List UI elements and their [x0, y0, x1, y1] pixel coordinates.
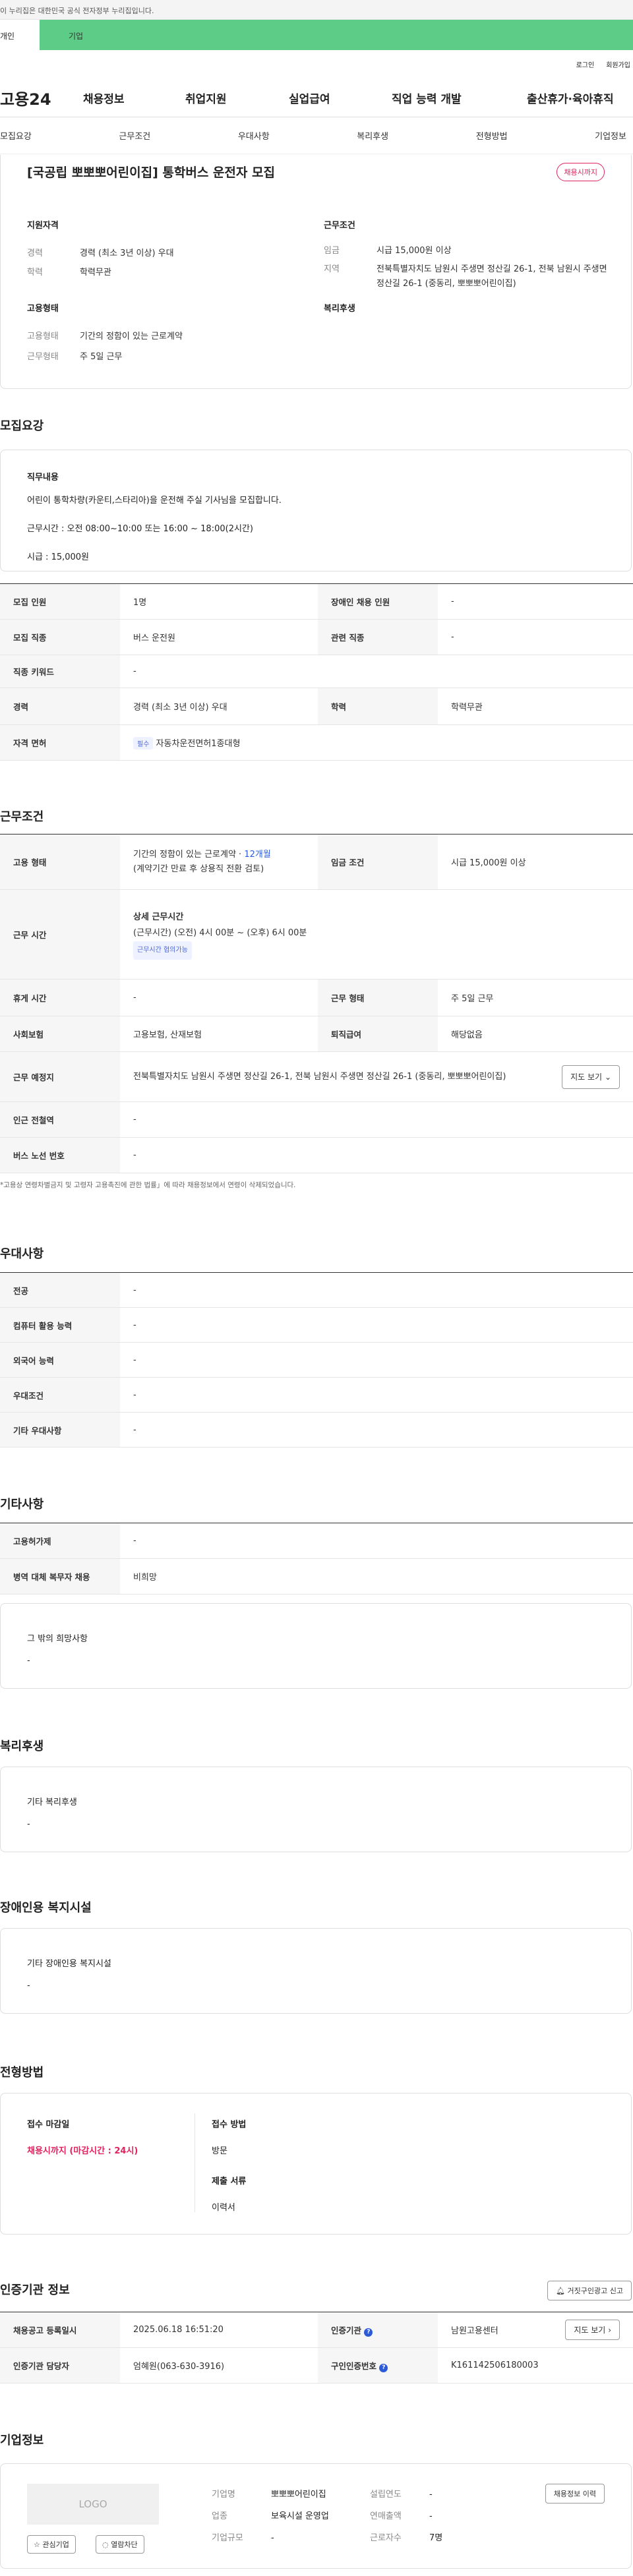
- recruit-table: 모집 인원 1명 장애인 채용 인원 - 모집 직종 버스 운전원 관련 직종 - 직종 키…: [0, 583, 633, 761]
- cond-list: 임금 시급 15,000원 이상 지역 전북특별자치도 남원시 주생면 정산길 26…: [324, 246, 607, 289]
- table-row: 경력 경력 (최소 3년 이상) 우대 학력 학력무관: [0, 688, 633, 725]
- table-row: 전공 -: [0, 1272, 633, 1308]
- agency-map-button[interactable]: 지도 보기 ›: [565, 2320, 620, 2340]
- lnb-company[interactable]: 기업정보: [595, 129, 626, 142]
- bell-icon: 🔔︎: [556, 2287, 566, 2295]
- site-logo[interactable]: 고용24: [0, 86, 83, 109]
- gnb-item-parental-leave[interactable]: 출산휴가·육아휴직: [527, 90, 614, 106]
- table-row: 근무 시간 상세 근무시간 (근무시간) (오전) 4시 00분 ~ (오후) 6…: [0, 889, 633, 980]
- emp-list: 고용형태 기간의 정함이 있는 근로계약 근무형태 주 5일 근무: [27, 332, 183, 362]
- job-summary-card: [국공립 뽀뽀뽀어린이집] 통학버스 운전자 모집 채용시까지 지원자격 경력 경…: [0, 155, 632, 389]
- block-icon: ◌: [102, 2540, 109, 2549]
- table-row: 외국어 능력 -: [0, 1342, 633, 1378]
- lnb-selection[interactable]: 전형방법: [476, 129, 508, 142]
- signup-link[interactable]: 회원가입: [606, 59, 630, 79]
- company-card: LOGO ☆ 관심기업 ◌ 열람차단 기업명 뽀뽀뽀어린이집 업종 보육시설 운영업…: [0, 2463, 632, 2569]
- agency-table: 채용공고 등록일시 2025.06.18 16:51:20 인증기관 ? 남원고용…: [0, 2312, 633, 2384]
- company-info-left: 기업명 뽀뽀뽀어린이집 업종 보육시설 운영업 기업규모 -: [212, 2490, 329, 2543]
- other-wishes-card: 그 밖의 희망사항 -: [0, 1603, 632, 1689]
- qual-title: 지원자격: [27, 221, 59, 231]
- table-row: 버스 노선 번호 -: [0, 1137, 633, 1173]
- table-row: 근무 예정지 전북특별자치도 남원시 주생면 정산길 26-1, 전북 남원시 …: [0, 1051, 633, 1102]
- welfare-card: 기타 복리후생 -: [0, 1767, 632, 1852]
- section-nav: 모집요강 근무조건 우대사항 복리후생 전형방법 기업정보: [0, 117, 633, 154]
- duty-line: 어린이 통학차량(카운티,스타리아)을 운전해 주실 기사님을 모집합니다.: [27, 496, 282, 506]
- cond-title: 근무조건: [324, 221, 355, 231]
- disability-heading: 장애인용 복지시설: [0, 1901, 92, 1915]
- user-type-tabs: 개인 기업: [0, 20, 633, 50]
- job-title: [국공립 뽀뽀뽀어린이집] 통학버스 운전자 모집: [27, 165, 275, 180]
- company-info-right: 설립연도 - 연매출액 - 근로자수 7명: [370, 2490, 443, 2543]
- table-row: 자격 면허 필수 자동차운전면허1종대형: [0, 724, 633, 761]
- tab-business[interactable]: 기업: [40, 20, 633, 50]
- welfare-title: 복리후생: [324, 304, 355, 314]
- gov-banner: 이 누리집은 대한민국 공식 전자정부 누리집입니다.: [0, 0, 633, 20]
- favorite-company-button[interactable]: ☆ 관심기업: [27, 2535, 76, 2554]
- table-row: 우대조건 -: [0, 1377, 633, 1413]
- qual-list: 경력 경력 (최소 3년 이상) 우대 학력 학력무관: [27, 249, 174, 278]
- chevron-down-icon: ⌄: [604, 1072, 611, 1082]
- table-row: 병역 대체 복무자 채용 비희망: [0, 1558, 633, 1595]
- table-row: 컴퓨터 활용 능력 -: [0, 1307, 633, 1343]
- pref-table: 전공 - 컴퓨터 활용 능력 - 외국어 능력 - 우대조건 - 기타 우대사항 -: [0, 1272, 633, 1448]
- table-row: 사회보험 고용보험, 산재보험 퇴직급여 해당없음: [0, 1016, 633, 1052]
- disability-card: 기타 장애인용 복지시설 -: [0, 1928, 632, 2014]
- info-icon[interactable]: ?: [379, 2363, 388, 2372]
- etc-table: 고용허가제 - 병역 대체 복무자 채용 비희망: [0, 1523, 633, 1595]
- tab-personal[interactable]: 개인: [0, 20, 40, 50]
- star-icon: ☆: [34, 2540, 40, 2549]
- info-icon[interactable]: ?: [364, 2327, 373, 2337]
- table-row: 휴게 시간 - 근무 형태 주 5일 근무: [0, 979, 633, 1016]
- welfare-heading: 복리후생: [0, 1740, 44, 1753]
- company-logo: LOGO: [27, 2484, 159, 2525]
- work-heading: 근무조건: [0, 810, 44, 824]
- map-button[interactable]: 지도 보기 ⌄: [562, 1065, 620, 1089]
- lnb-work[interactable]: 근무조건: [119, 129, 150, 142]
- duty-card: 직무내용 어린이 통학차량(카운티,스타리아)을 운전해 주실 기사님을 모집합…: [0, 450, 632, 571]
- chevron-right-icon: ›: [608, 2326, 611, 2335]
- duty-title: 직무내용: [27, 473, 59, 483]
- table-row: 인근 전철역 -: [0, 1101, 633, 1138]
- job-history-button[interactable]: 채용정보 이력: [545, 2484, 605, 2503]
- company-heading: 기업정보: [0, 2434, 44, 2447]
- global-nav: 고용24 채용정보 취업지원 실업급여 직업 능력 개발 출산휴가·육아휴직: [0, 79, 633, 117]
- emp-title: 고용형태: [27, 304, 59, 314]
- recruit-heading: 모집요강: [0, 419, 44, 433]
- table-row: 채용공고 등록일시 2025.06.18 16:51:20 인증기관 ? 남원고용…: [0, 2312, 633, 2348]
- negotiable-tag: 근무시간 협의가능: [133, 941, 192, 960]
- lnb-pref[interactable]: 우대사항: [238, 129, 270, 142]
- required-tag: 필수: [133, 736, 154, 749]
- block-view-button[interactable]: ◌ 열람차단: [96, 2535, 144, 2554]
- duty-line: 근무시간 : 오전 08:00~10:00 또는 16:00 ~ 18:00(2…: [27, 524, 253, 534]
- gnb-item-employment-support[interactable]: 취업지원: [185, 90, 289, 106]
- status-badge: 채용시까지: [557, 163, 605, 181]
- login-link[interactable]: 로그인: [576, 59, 595, 79]
- table-row: 모집 인원 1명 장애인 채용 인원 -: [0, 583, 633, 620]
- gnb-item-training[interactable]: 직업 능력 개발: [392, 90, 527, 106]
- report-fake-ad-button[interactable]: 🔔︎ 거짓구인광고 신고: [547, 2281, 632, 2300]
- gnb-item-jobs[interactable]: 채용정보: [83, 90, 185, 106]
- table-row: 인증기관 담당자 엄혜원(063-630-3916) 구인인증번호 ? K1611…: [0, 2347, 633, 2384]
- agency-heading: 인증기관 정보: [0, 2283, 70, 2297]
- lnb-welfare[interactable]: 복리후생: [357, 129, 388, 142]
- utility-links: 로그인 회원가입: [0, 50, 633, 79]
- pref-heading: 우대사항: [0, 1247, 44, 1261]
- duty-line: 시급 : 15,000원: [27, 552, 90, 562]
- table-row: 고용 형태 기간의 정함이 있는 근로계약 · 12개월 (계약기간 만료 후 상…: [0, 834, 633, 890]
- etc-heading: 기타사항: [0, 1498, 44, 1511]
- table-row: 기타 우대사항 -: [0, 1412, 633, 1448]
- selection-heading: 전형방법: [0, 2066, 44, 2080]
- selection-card: 접수 마감일 채용시까지 (마감시간 : 24시) 접수 방법 방문 제출 서류…: [0, 2093, 632, 2235]
- age-note: *고용상 연령차별금지 및 고령자 고용촉진에 관한 법률」에 따라 채용정보에…: [0, 1181, 296, 1189]
- table-row: 고용허가제 -: [0, 1523, 633, 1559]
- work-table: 고용 형태 기간의 정함이 있는 근로계약 · 12개월 (계약기간 만료 후 상…: [0, 834, 633, 1173]
- lnb-recruit[interactable]: 모집요강: [0, 129, 32, 142]
- table-row: 직종 키워드 -: [0, 655, 633, 688]
- table-row: 모집 직종 버스 운전원 관련 직종 -: [0, 619, 633, 655]
- gnb-item-unemployment[interactable]: 실업급여: [289, 90, 392, 106]
